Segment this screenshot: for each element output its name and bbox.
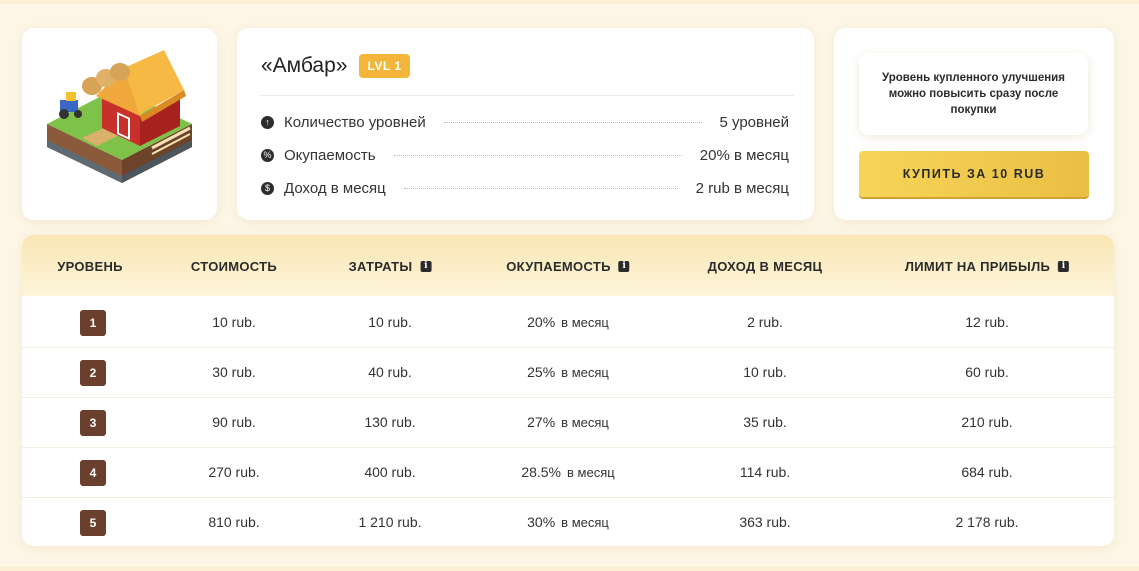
- dotted-leader: [443, 121, 702, 123]
- cell-expenses: 130 rub.: [364, 414, 416, 430]
- buy-button[interactable]: КУПИТЬ ЗА 10 RUB: [859, 151, 1089, 197]
- barn-illustration: [47, 50, 192, 183]
- cell-limit: 210 rub.: [961, 414, 1013, 430]
- stat-value: 2 rub в месяц: [695, 179, 789, 197]
- table-header: УРОВЕНЬ СТОИМОСТЬ ЗАТРАТЫ i ОКУПАЕМОСТЬ i …: [22, 235, 1114, 296]
- table-row: 5 810 rub. 1 210 rub. 30% в месяц 363 rub…: [22, 497, 1114, 546]
- stat-label: Доход в месяц: [284, 179, 386, 197]
- cell-payback: 25% в месяц: [527, 364, 609, 380]
- purchase-card: Уровень купленного улучшения можно повыс…: [834, 28, 1114, 220]
- cell-limit: 2 178 rub.: [955, 514, 1019, 530]
- cell-income: 10 rub.: [743, 364, 787, 380]
- info-icon[interactable]: i: [1058, 261, 1070, 272]
- stat-levels: ↑ Количество уровней 5 уровней: [261, 112, 789, 132]
- info-icon[interactable]: i: [618, 261, 630, 272]
- stat-value: 20% в месяц: [699, 146, 789, 164]
- stat-income: $ Доход в месяц 2 rub в месяц: [261, 178, 789, 198]
- cell-income: 363 rub.: [739, 514, 791, 530]
- cell-cost: 30 rub.: [212, 364, 256, 380]
- cell-limit: 12 rub.: [965, 314, 1009, 330]
- info-icon[interactable]: i: [420, 261, 432, 272]
- cell-payback: 28.5% в месяц: [521, 464, 615, 480]
- building-title: «Амбар»: [261, 54, 348, 77]
- cell-expenses: 400 rub.: [364, 464, 416, 480]
- level-number: 1: [80, 310, 106, 336]
- header-cost: СТОИМОСТЬ: [190, 259, 278, 274]
- level-number: 5: [80, 510, 106, 536]
- cell-expenses: 10 rub.: [368, 314, 412, 330]
- header-limit: ЛИМИТ НА ПРИБЫЛЬ i: [905, 259, 1070, 274]
- level-number: 2: [80, 360, 106, 386]
- stat-payback: % Окупаемость 20% в месяц: [261, 145, 789, 165]
- dotted-leader: [403, 187, 678, 189]
- levels-table: УРОВЕНЬ СТОИМОСТЬ ЗАТРАТЫ i ОКУПАЕМОСТЬ i …: [22, 235, 1114, 546]
- table-row: 2 30 rub. 40 rub. 25% в месяц 10 rub. 60 …: [22, 347, 1114, 398]
- cell-income: 2 rub.: [747, 314, 783, 330]
- cell-limit: 60 rub.: [965, 364, 1009, 380]
- table-row: 3 90 rub. 130 rub. 27% в месяц 35 rub. 21…: [22, 397, 1114, 448]
- header-income: ДОХОД В МЕСЯЦ: [707, 259, 823, 274]
- level-number: 3: [80, 410, 106, 436]
- arrow-up-circle-icon: ↑: [261, 115, 274, 129]
- table-row: 1 10 rub. 10 rub. 20% в месяц 2 rub. 12 r…: [22, 297, 1114, 348]
- upgrade-note: Уровень купленного улучшения можно повыс…: [859, 53, 1088, 135]
- header-expenses: ЗАТРАТЫ i: [349, 259, 432, 274]
- stat-value: 5 уровней: [719, 113, 790, 131]
- level-number: 4: [80, 460, 106, 486]
- cell-income: 35 rub.: [743, 414, 787, 430]
- level-badge: LVL 1: [359, 54, 410, 78]
- header-level: УРОВЕНЬ: [57, 259, 123, 274]
- cell-income: 114 rub.: [739, 464, 791, 480]
- dollar-circle-icon: $: [261, 181, 274, 195]
- cell-expenses: 1 210 rub.: [358, 514, 422, 530]
- stat-label: Окупаемость: [284, 146, 376, 164]
- cell-cost: 810 rub.: [208, 514, 260, 530]
- header-payback: ОКУПАЕМОСТЬ i: [506, 259, 630, 274]
- cell-limit: 684 rub.: [961, 464, 1013, 480]
- cell-payback: 27% в месяц: [527, 414, 609, 430]
- building-image-card: [22, 28, 217, 220]
- cell-payback: 30% в месяц: [527, 514, 609, 530]
- divider: [259, 95, 794, 96]
- cell-cost: 90 rub.: [212, 414, 256, 430]
- cell-cost: 10 rub.: [212, 314, 256, 330]
- building-info-card: «Амбар» LVL 1 ↑ Количество уровней 5 уро…: [237, 28, 814, 220]
- stat-label: Количество уровней: [284, 113, 426, 131]
- percent-circle-icon: %: [261, 148, 274, 162]
- cell-payback: 20% в месяц: [527, 314, 609, 330]
- cell-expenses: 40 rub.: [368, 364, 412, 380]
- dotted-leader: [393, 154, 682, 156]
- table-row: 4 270 rub. 400 rub. 28.5% в месяц 114 rub…: [22, 447, 1114, 498]
- cell-cost: 270 rub.: [208, 464, 260, 480]
